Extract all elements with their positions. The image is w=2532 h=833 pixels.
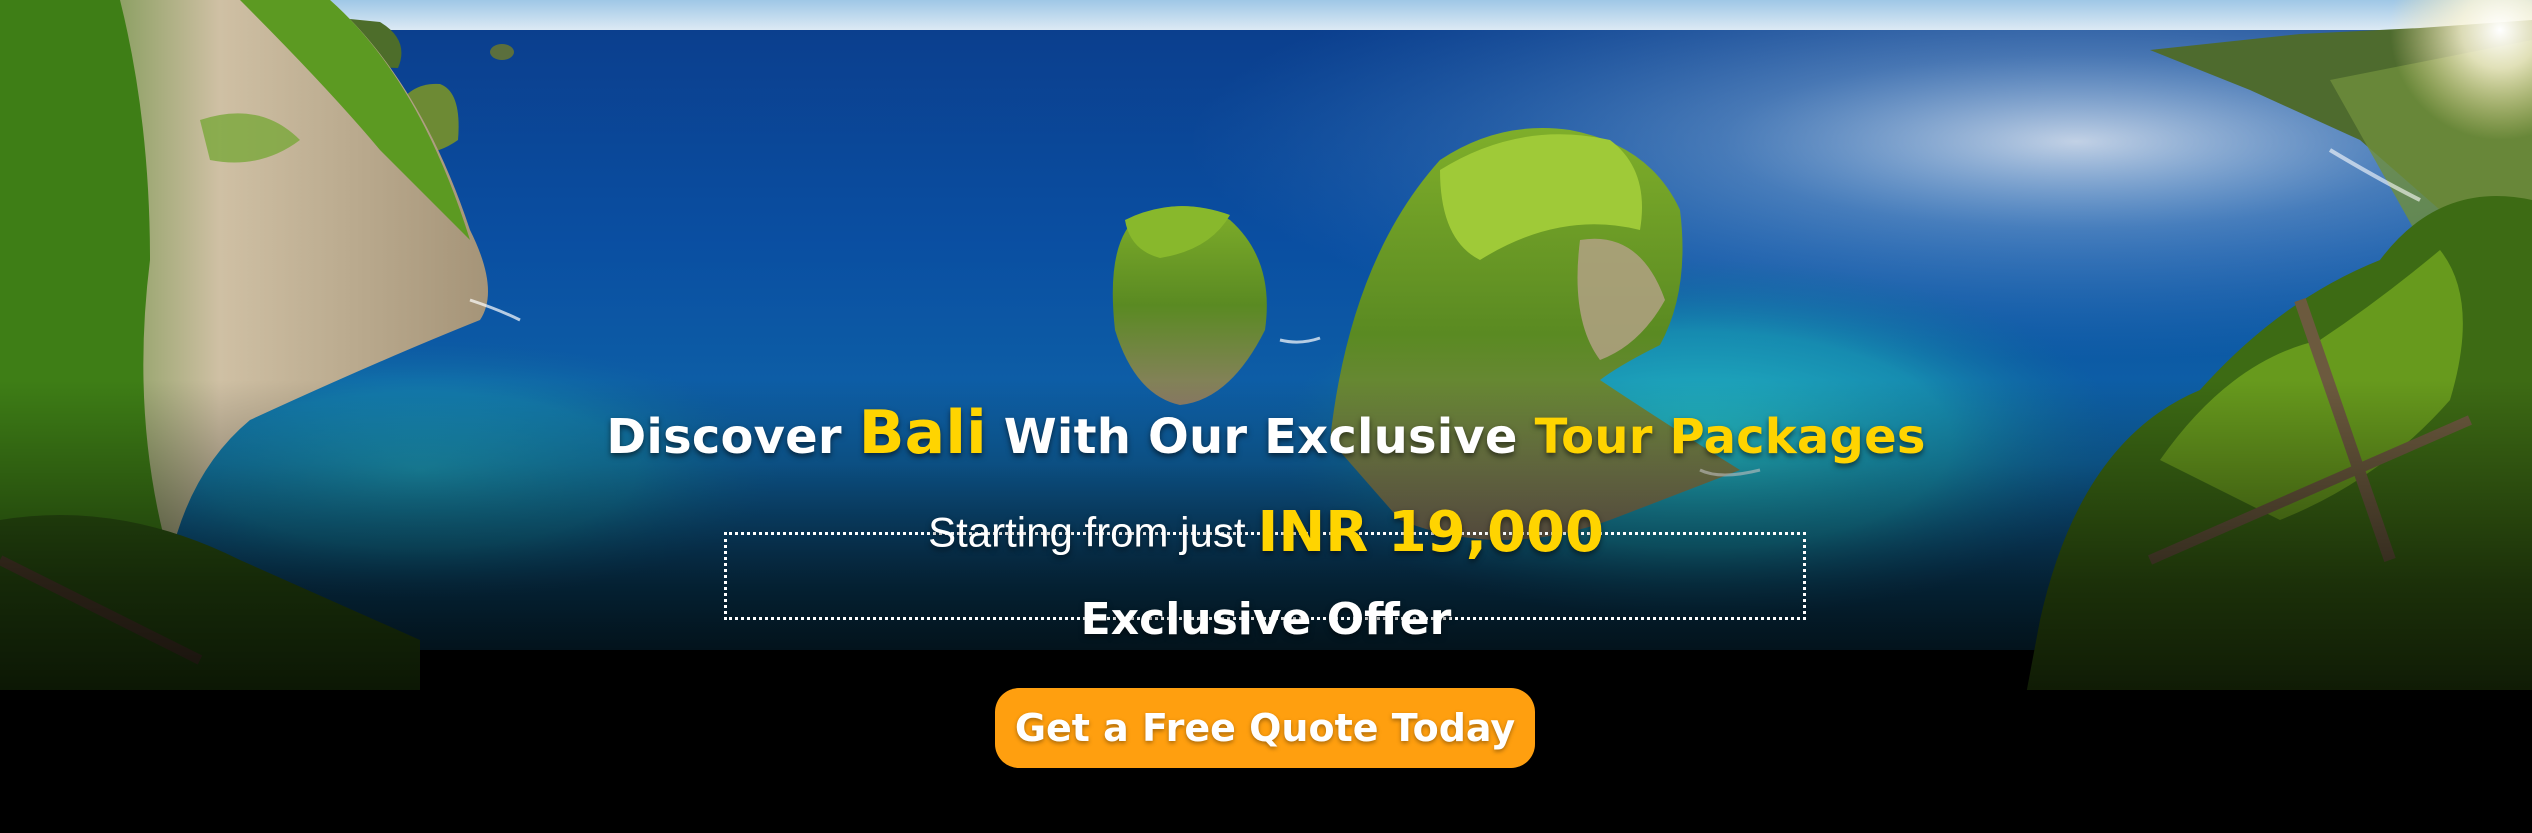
headline-highlight-tour-packages: Tour Packages — [1534, 409, 1926, 465]
headline: Discover Bali With Our Exclusive Tour Pa… — [0, 394, 2532, 476]
hero-banner: Discover Bali With Our Exclusive Tour Pa… — [0, 0, 2532, 833]
price-line: Starting from just INR 19,000 — [0, 492, 2532, 572]
exclusive-offer: Exclusive Offer — [0, 582, 2532, 658]
get-free-quote-button[interactable]: Get a Free Quote Today — [995, 688, 1535, 768]
headline-part-1: Discover — [606, 409, 859, 465]
exclusive-offer-label: Exclusive Offer — [1080, 594, 1452, 645]
price-text: Starting from just INR 19,000 — [914, 492, 1618, 573]
price-value: INR 19,000 — [1257, 499, 1604, 565]
headline-highlight-bali: Bali — [858, 398, 987, 468]
price-lead: Starting from just — [928, 508, 1246, 556]
headline-part-2: With Our Exclusive — [986, 409, 1535, 465]
